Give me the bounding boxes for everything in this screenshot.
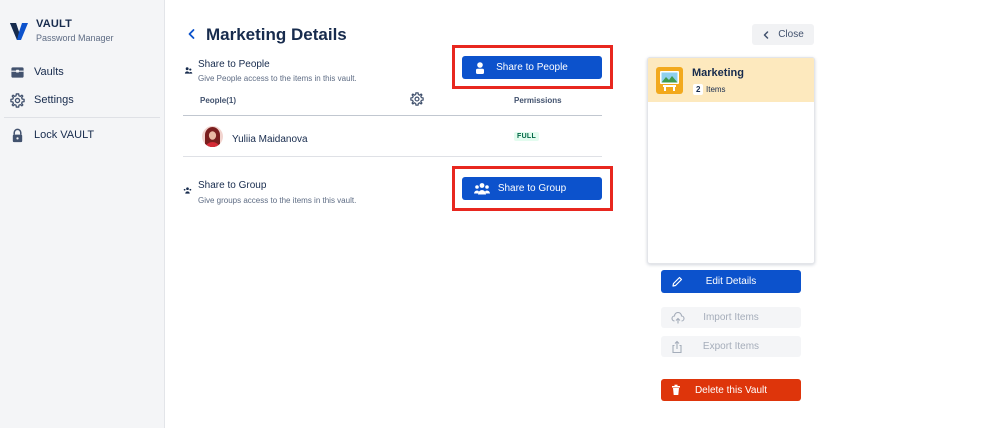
sidebar-item-label: Settings (34, 94, 74, 106)
vault-card-header: Marketing 2 Items (648, 58, 814, 102)
table-header-divider (183, 115, 602, 116)
permission-badge: FULL (514, 132, 540, 141)
share-people-title: Share to People (198, 59, 270, 70)
vault-logo-icon (10, 23, 28, 40)
permissions-column-header: Permissions (514, 96, 562, 105)
sidebar-item-label: Lock VAULT (34, 129, 95, 141)
brand: VAULT Password Manager (8, 18, 114, 43)
marketing-vault-icon (656, 67, 683, 94)
share-to-people-button[interactable]: Share to People (462, 56, 602, 79)
import-items-button[interactable]: Import Items (661, 307, 801, 328)
items-count-badge: 2 (693, 84, 704, 95)
sidebar-item-lock-vault[interactable]: Lock VAULT (0, 121, 164, 149)
import-items-label: Import Items (703, 312, 759, 323)
lock-icon (12, 128, 23, 142)
person-name: Yuliia Maidanova (232, 134, 308, 145)
sidebar-item-label: Vaults (34, 66, 64, 78)
back-chevron-icon[interactable] (185, 26, 199, 42)
export-items-button[interactable]: Export Items (661, 336, 801, 357)
edit-details-button[interactable]: Edit Details (661, 270, 801, 293)
edit-details-label: Edit Details (705, 276, 757, 287)
export-items-label: Export Items (702, 341, 760, 352)
person-icon (476, 61, 484, 74)
group-icon (183, 187, 192, 194)
sidebar: VAULT Password Manager Vaults Settings L… (0, 0, 165, 428)
table-row-divider (183, 156, 602, 157)
share-to-people-label: Share to People (496, 62, 568, 73)
trash-icon (672, 384, 680, 395)
avatar (202, 126, 223, 147)
delete-vault-label: Delete this Vault (694, 384, 768, 396)
pencil-icon (672, 276, 683, 287)
page-title: Marketing Details (206, 25, 347, 44)
share-to-group-label: Share to Group (497, 183, 567, 194)
close-label: Close (778, 29, 804, 40)
sidebar-divider (4, 117, 160, 118)
close-button[interactable]: Close (752, 24, 814, 45)
chevron-left-icon (763, 30, 769, 39)
vault-name: Marketing (692, 67, 744, 79)
gear-icon (10, 92, 25, 108)
delete-vault-button[interactable]: Delete this Vault (661, 379, 801, 401)
vault-card: Marketing 2 Items (647, 57, 815, 264)
people-column-header: People(1) (200, 96, 237, 105)
app-name: VAULT (36, 18, 73, 30)
settings-gear-icon[interactable] (410, 92, 424, 106)
items-label: Items (706, 85, 726, 94)
cloud-upload-icon (671, 311, 685, 323)
share-to-group-button[interactable]: Share to Group (462, 177, 602, 200)
share-export-icon (672, 340, 682, 353)
sidebar-nav: Vaults Settings Lock VAULT (0, 58, 164, 149)
share-group-title: Share to Group (198, 180, 267, 191)
vault-icon (11, 66, 24, 78)
people-icon (184, 67, 193, 74)
sidebar-item-settings[interactable]: Settings (0, 86, 164, 114)
share-group-description: Give groups access to the items in this … (198, 196, 357, 205)
share-people-description: Give People access to the items in this … (198, 74, 357, 83)
app-subtitle: Password Manager (36, 33, 114, 43)
sidebar-item-vaults[interactable]: Vaults (0, 58, 164, 86)
users-icon (474, 182, 490, 194)
